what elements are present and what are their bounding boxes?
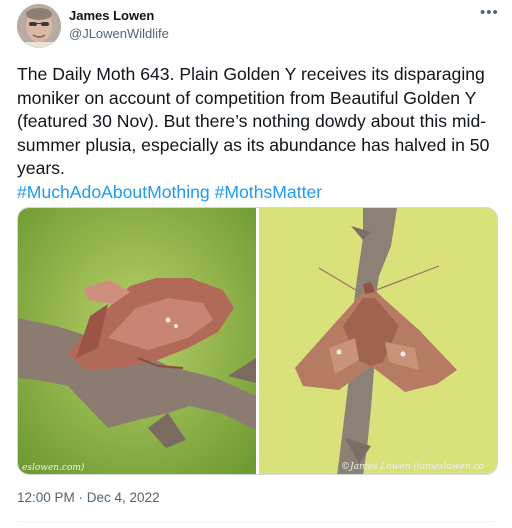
hashtag-link[interactable]: #MothsMatter xyxy=(215,182,323,202)
tweet-card: James Lowen @JLowenWildlife ••• The Dail… xyxy=(0,0,512,528)
hashtag-link[interactable]: #MuchAdoAboutMothing xyxy=(17,182,210,202)
avatar[interactable] xyxy=(17,4,61,48)
moth-photo-right[interactable]: ©James Lowen (jameslowen.co xyxy=(259,208,497,474)
tweet-timestamp[interactable]: 12:00 PM · Dec 4, 2022 xyxy=(17,490,160,505)
divider xyxy=(17,521,495,522)
author-name[interactable]: James Lowen xyxy=(69,8,154,23)
author-handle[interactable]: @JLowenWildlife xyxy=(69,26,169,41)
photo-watermark: eslowen.com) xyxy=(22,463,85,473)
photo-watermark: ©James Lowen (jameslowen.co xyxy=(341,462,484,472)
moth-photo-left[interactable]: eslowen.com) xyxy=(18,208,256,474)
media-grid: eslowen.com) ©James Lowen (jameslowen.co xyxy=(17,207,498,475)
tweet-body: The Daily Moth 643. Plain Golden Y recei… xyxy=(17,64,490,179)
more-options-icon[interactable]: ••• xyxy=(480,4,499,21)
tweet-text: The Daily Moth 643. Plain Golden Y recei… xyxy=(17,63,499,205)
